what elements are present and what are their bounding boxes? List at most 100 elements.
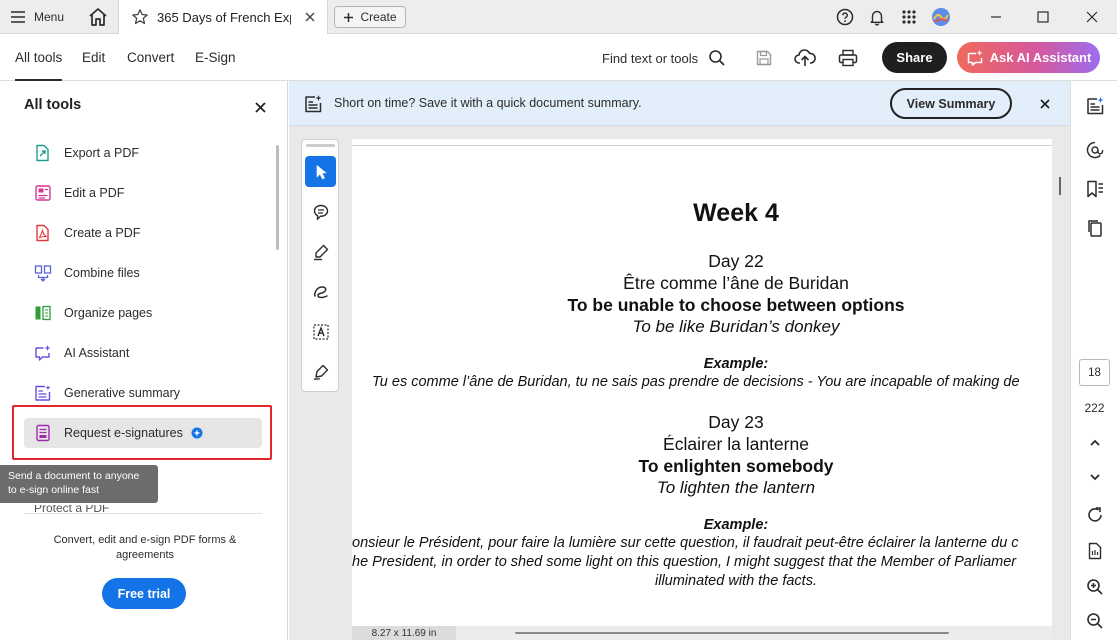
bookmark-icon [1087, 180, 1103, 198]
close-icon [305, 12, 315, 22]
day-23-literal: To lighten the lantern [656, 478, 816, 497]
save-button[interactable] [752, 46, 776, 70]
highlight-tool-button[interactable] [305, 236, 336, 267]
chevron-down-icon [1090, 474, 1100, 481]
grid-icon [902, 10, 916, 24]
tooltip: Send a document to anyone to e-sign onli… [0, 465, 158, 503]
help-button[interactable] [834, 6, 856, 28]
document-horizontal-scrollbar[interactable] [515, 632, 949, 634]
generative-summary-icon [35, 385, 51, 401]
day-23-example-line2: he President, in order to shed some ligh… [352, 554, 1017, 570]
tool-organize-pages[interactable]: Organize pages [24, 298, 262, 328]
document-tab[interactable]: 365 Days of French Expr... [118, 0, 328, 34]
tool-export-pdf[interactable]: Export a PDF [24, 138, 262, 168]
avatar[interactable] [930, 6, 952, 28]
tool-generative-summary[interactable]: Generative summary [24, 378, 262, 408]
text-select-tool-button[interactable] [305, 316, 336, 347]
star-icon[interactable] [131, 8, 149, 26]
banner-text: Short on time? Save it with a quick docu… [334, 96, 642, 110]
week-heading: Week 4 [693, 199, 779, 227]
free-trial-button[interactable]: Free trial [102, 578, 186, 609]
total-pages: 222 [1084, 401, 1105, 415]
highlighter-icon [313, 244, 328, 260]
page-thumbnails-button[interactable] [1083, 216, 1107, 240]
tool-label: Combine files [64, 266, 140, 280]
tab-e-sign[interactable]: E-Sign [195, 34, 236, 81]
share-button[interactable]: Share [882, 42, 947, 73]
apps-button[interactable] [898, 6, 920, 28]
bell-icon [870, 10, 884, 26]
cloud-upload-icon [794, 49, 816, 66]
select-tool-button[interactable] [305, 156, 336, 187]
tool-create-pdf[interactable]: Create a PDF [24, 218, 262, 248]
day-23-example-line3: illuminated with the facts. [655, 573, 817, 589]
panel-title: All tools [24, 97, 82, 113]
tab-edit[interactable]: Edit [82, 34, 105, 81]
notifications-button[interactable] [866, 6, 888, 28]
window-close-button[interactable] [1080, 6, 1104, 28]
tool-edit-pdf[interactable]: Edit a PDF [24, 178, 262, 208]
summary-banner: Short on time? Save it with a quick docu… [289, 81, 1070, 126]
zoom-in-button[interactable] [1083, 575, 1107, 599]
comment-tool-button[interactable] [305, 196, 336, 227]
rotate-button[interactable] [1083, 503, 1107, 527]
tool-combine-files[interactable]: Combine files [24, 258, 262, 288]
tool-label: Create a PDF [64, 226, 141, 240]
generative-summary-icon [305, 95, 322, 113]
generative-summary-button[interactable] [1083, 94, 1107, 118]
print-icon [838, 49, 858, 67]
banner-close-button[interactable] [1035, 94, 1055, 114]
close-icon [1086, 11, 1098, 23]
maximize-icon [1037, 11, 1049, 23]
panel-close-button[interactable] [250, 97, 270, 117]
tab-all-tools[interactable]: All tools [15, 34, 63, 81]
comments-button[interactable] [1083, 138, 1107, 162]
ask-ai-assistant-button[interactable]: Ask AI Assistant [957, 42, 1100, 73]
minimize-button[interactable] [984, 6, 1008, 28]
home-button[interactable] [86, 6, 110, 28]
menu-button[interactable]: Menu [10, 6, 64, 28]
pdf-page[interactable]: Week 4 Day 22 Être comme l’âne de Burida… [352, 139, 1052, 627]
previous-page-button[interactable] [1083, 431, 1107, 455]
zoom-out-icon [1087, 613, 1103, 629]
plus-icon [344, 12, 354, 22]
avatar-icon [932, 8, 950, 26]
current-page-input[interactable]: 18 [1079, 359, 1110, 386]
menu-label: Menu [34, 10, 65, 24]
draw-tool-button[interactable] [305, 276, 336, 307]
all-tools-panel: All tools Export a PDF Edit a PDF Create… [0, 81, 288, 640]
comment-search-icon [1086, 141, 1104, 159]
document-status-bar: 8.27 x 11.69 in [352, 626, 1052, 640]
main-toolbar: All tools Edit Convert E-Sign Find text … [0, 34, 1117, 81]
zoom-out-button[interactable] [1083, 609, 1107, 633]
document-vertical-scrollbar[interactable] [1059, 177, 1061, 195]
find-tools-button[interactable]: Find text or tools [602, 46, 726, 70]
page-rule [352, 145, 1052, 146]
tab-close-button[interactable] [299, 6, 321, 28]
tab-title: 365 Days of French Expr... [157, 9, 291, 25]
tool-label: Organize pages [64, 306, 153, 320]
right-rail: 18 222 [1070, 81, 1117, 640]
quick-tools-bar [301, 139, 339, 392]
tab-convert[interactable]: Convert [127, 34, 174, 81]
zoom-in-icon [1087, 579, 1103, 595]
tool-ai-assistant[interactable]: AI Assistant [24, 338, 262, 368]
upload-button[interactable] [793, 46, 817, 70]
bookmarks-button[interactable] [1083, 177, 1107, 201]
next-page-button[interactable] [1083, 465, 1107, 489]
rotate-icon [1088, 507, 1102, 522]
ai-sparkle-icon [967, 49, 983, 66]
page-display-button[interactable] [1083, 539, 1107, 563]
highlight-annotation [12, 405, 272, 460]
panel-scrollbar[interactable] [276, 145, 279, 250]
sign-tool-button[interactable] [305, 356, 336, 387]
view-summary-button[interactable]: View Summary [890, 88, 1012, 119]
print-button[interactable] [836, 46, 860, 70]
drag-handle[interactable] [306, 144, 335, 147]
maximize-button[interactable] [1031, 6, 1055, 28]
page-fit-icon [1088, 542, 1102, 560]
sign-pen-icon [313, 364, 328, 380]
day-23-title: Day 23 [708, 412, 764, 432]
create-button[interactable]: Create [334, 6, 406, 28]
find-tools-label: Find text or tools [602, 50, 699, 66]
